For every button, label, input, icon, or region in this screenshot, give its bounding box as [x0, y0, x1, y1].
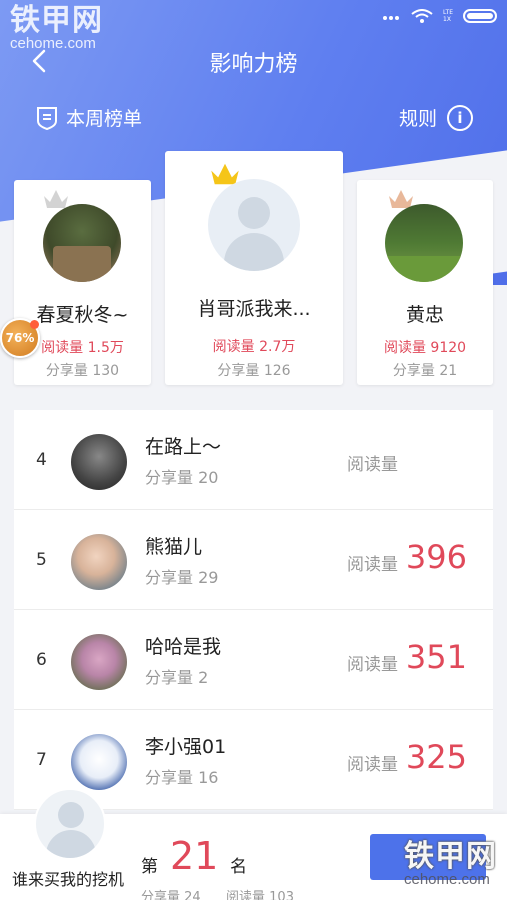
- read-value: 325: [405, 738, 467, 776]
- podium-card-second[interactable]: 春夏秋冬~ 阅读量 1.5万 分享量 130: [14, 180, 151, 385]
- share-label: 分享量: [217, 363, 260, 379]
- ranking-list: 4 在路上～ 分享量 20 阅读量 5 熊猫儿 分享量 29 阅读量 396 6…: [14, 410, 493, 810]
- read-value: 351: [405, 638, 467, 676]
- read-label: 阅读量: [347, 555, 398, 575]
- weekly-list-button[interactable]: 本周榜单: [36, 104, 142, 131]
- read-label: 阅读量: [383, 340, 426, 356]
- read-value: 103: [269, 890, 294, 900]
- page-title: 影响力榜: [209, 52, 298, 77]
- avatar: [43, 204, 121, 282]
- battery-icon: [463, 9, 497, 23]
- user-name: 哈哈是我: [145, 636, 222, 658]
- share-label: 分享量: [141, 890, 181, 900]
- share-label: 分享量: [392, 363, 435, 379]
- avatar: [71, 634, 127, 690]
- share-value: 126: [263, 363, 291, 379]
- wifi-icon: [411, 9, 433, 23]
- share-label: 分享量: [45, 363, 88, 379]
- read-label: 阅读量: [212, 339, 255, 355]
- share-value: 2: [198, 668, 209, 687]
- read-value: 396: [405, 538, 467, 576]
- watermark-logo: 铁甲网 cehome.com: [404, 840, 497, 888]
- rank-number: 6: [36, 650, 47, 670]
- user-name: 李小强01: [145, 736, 227, 758]
- list-item[interactable]: 5 熊猫儿 分享量 29 阅读量 396: [14, 510, 493, 610]
- rank-number: 4: [36, 450, 47, 470]
- rank-suffix: 名: [230, 857, 247, 877]
- read-value: 2.7万: [259, 339, 296, 355]
- rules-button[interactable]: 规则 i: [399, 104, 473, 131]
- read-label: 阅读量: [347, 455, 398, 475]
- list-item[interactable]: 6 哈哈是我 分享量 2 阅读量 351: [14, 610, 493, 710]
- share-value: 16: [198, 768, 219, 787]
- share-label: 分享量: [145, 768, 194, 787]
- notification-dot: [30, 320, 39, 329]
- podium-card-third[interactable]: 黄忠 阅读量 9120 分享量 21: [357, 180, 493, 385]
- default-avatar-icon: [208, 179, 300, 271]
- weekly-list-label: 本周榜单: [66, 108, 143, 130]
- podium-name: 肖哥派我来...: [197, 298, 311, 320]
- share-value: 130: [92, 363, 120, 379]
- my-user-name: 谁来买我的挖机: [12, 870, 125, 889]
- read-value: 9120: [430, 340, 467, 356]
- list-shield-icon: [37, 106, 57, 130]
- rules-label: 规则: [398, 108, 437, 130]
- user-name: 熊猫儿: [145, 536, 203, 558]
- more-dots-icon: [383, 10, 401, 23]
- share-value: 21: [439, 363, 458, 379]
- read-label: 阅读量: [347, 655, 398, 675]
- read-label: 阅读量: [41, 340, 84, 356]
- nav-bar: 影响力榜: [0, 40, 507, 84]
- my-rank-number: 21: [170, 834, 219, 878]
- read-value: 1.5万: [87, 340, 124, 356]
- read-label: 阅读量: [347, 755, 398, 775]
- sub-bar: 本周榜单 规则 i: [0, 100, 507, 140]
- default-avatar-icon: [34, 788, 106, 860]
- progress-badge[interactable]: 76%: [0, 318, 40, 358]
- avatar: [71, 434, 127, 490]
- user-name: 在路上～: [145, 436, 222, 458]
- list-item[interactable]: 4 在路上～ 分享量 20 阅读量: [14, 410, 493, 510]
- rank-number: 5: [36, 550, 47, 570]
- info-icon: i: [447, 104, 473, 131]
- avatar: [71, 734, 127, 790]
- podium-card-first[interactable]: 肖哥派我来... 阅读量 2.7万 分享量 126: [165, 151, 343, 385]
- read-label: 阅读量: [226, 890, 266, 900]
- share-value: 20: [198, 468, 219, 487]
- avatar: [71, 534, 127, 590]
- share-value: 24: [184, 890, 201, 900]
- share-label: 分享量: [145, 468, 194, 487]
- rank-prefix: 第: [141, 857, 158, 877]
- share-value: 29: [198, 568, 219, 587]
- signal-icon: LTE 1X: [443, 9, 453, 23]
- rank-number: 7: [36, 750, 47, 770]
- share-label: 分享量: [145, 568, 194, 587]
- share-label: 分享量: [145, 668, 194, 687]
- avatar: [385, 204, 463, 282]
- podium-name: 黄忠: [405, 304, 444, 326]
